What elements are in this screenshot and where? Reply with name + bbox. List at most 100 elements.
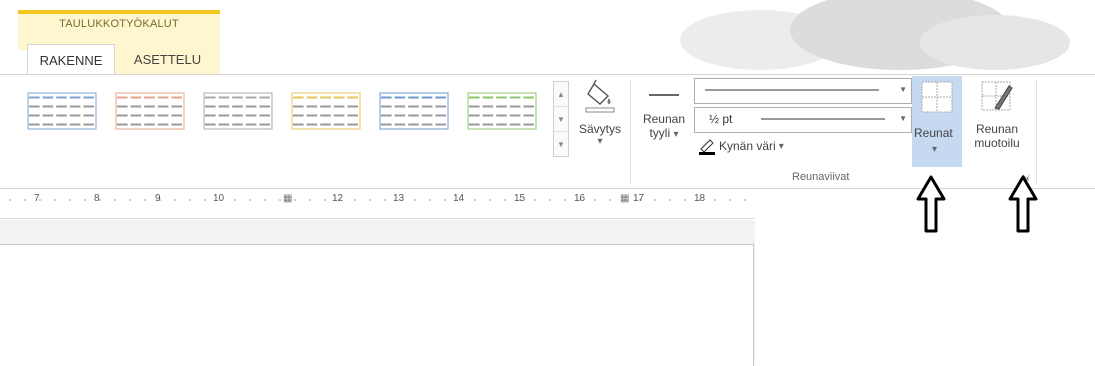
- annotation-arrow-up-icon: [916, 175, 946, 233]
- shading-button[interactable]: Sävytys ▾: [572, 78, 628, 147]
- table-style-cell: [523, 114, 534, 117]
- table-style-cell: [421, 114, 433, 117]
- table-style-cell: [381, 105, 392, 108]
- annotation-arrow-up-icon: [1008, 175, 1038, 233]
- table-style-cell: [496, 105, 507, 108]
- table-style-cell: [394, 123, 406, 126]
- table-style-4[interactable]: [291, 92, 361, 130]
- table-style-cell: [381, 114, 392, 117]
- pen-weight-line-icon: [761, 118, 885, 120]
- border-style-label-2-text: tyyli: [649, 126, 671, 140]
- table-style-cell: [347, 105, 358, 108]
- table-style-cell: [394, 96, 406, 99]
- table-style-grid-icon: [379, 92, 449, 130]
- table-style-5[interactable]: [379, 92, 449, 130]
- gallery-scroll-up-icon[interactable]: ▲: [554, 82, 568, 107]
- horizontal-ruler: 7 8 9 10 ▦ 12 13 14 15 16 ▦ 17 18: [0, 191, 755, 209]
- table-style-cell: [117, 114, 128, 117]
- table-style-cell: [306, 96, 318, 99]
- table-style-cell: [232, 105, 243, 108]
- table-style-cell: [144, 123, 155, 126]
- gallery-scrollbar[interactable]: ▲ ▼ ▼: [553, 81, 569, 157]
- table-style-cell: [435, 96, 446, 99]
- table-style-cell: [408, 114, 419, 117]
- group-separator: [630, 80, 631, 184]
- table-style-grid-icon: [467, 92, 537, 130]
- ruler-ticks: [9, 199, 746, 201]
- table-style-cell: [83, 114, 94, 117]
- pen-color-arrow: ▾: [778, 140, 784, 152]
- table-style-cell: [83, 105, 94, 108]
- border-style-button[interactable]: Reunan tyyli ▾: [638, 86, 690, 140]
- table-style-cell: [157, 123, 169, 126]
- border-style-arrow: ▾: [673, 129, 679, 140]
- table-style-3[interactable]: [203, 92, 273, 130]
- table-style-cell: [171, 123, 182, 126]
- table-style-cell: [144, 105, 155, 108]
- table-style-cell: [117, 96, 128, 99]
- table-style-cell: [394, 114, 406, 117]
- table-style-cell: [218, 123, 230, 126]
- group-label-borders: Reunaviivat: [792, 171, 850, 183]
- table-style-cell: [421, 123, 433, 126]
- document-page[interactable]: [0, 244, 754, 366]
- table-style-cell: [245, 105, 257, 108]
- tab-label: RAKENNE: [39, 53, 103, 68]
- table-style-cell: [496, 96, 507, 99]
- shading-dropdown-arrow: ▾: [597, 136, 603, 147]
- table-style-cell: [218, 96, 230, 99]
- table-style-cell: [130, 114, 142, 117]
- borders-button[interactable]: Reunat ▾: [912, 76, 962, 167]
- table-style-6[interactable]: [467, 92, 537, 130]
- table-style-cell: [218, 114, 230, 117]
- table-style-cell: [117, 123, 128, 126]
- table-style-1[interactable]: [27, 92, 97, 130]
- table-style-cell: [435, 114, 446, 117]
- table-style-grid-icon: [27, 92, 97, 130]
- gallery-scroll-down-icon[interactable]: ▼: [554, 107, 568, 132]
- table-style-cell: [259, 123, 270, 126]
- table-style-cell: [293, 123, 304, 126]
- table-style-cell: [408, 105, 419, 108]
- table-style-cell: [117, 105, 128, 108]
- table-style-cell: [42, 123, 54, 126]
- table-style-cell: [408, 96, 419, 99]
- gallery-more-icon[interactable]: ▼: [554, 132, 568, 156]
- pen-weight-dropdown[interactable]: ½ pt ▼: [694, 107, 912, 133]
- table-style-cell: [482, 96, 494, 99]
- border-painter-button[interactable]: Reunan muotoilu: [962, 78, 1032, 150]
- table-style-cell: [83, 96, 94, 99]
- table-style-cell: [29, 96, 40, 99]
- table-style-cell: [29, 105, 40, 108]
- table-style-cell: [218, 105, 230, 108]
- table-style-cell: [293, 96, 304, 99]
- table-style-cell: [293, 105, 304, 108]
- table-style-cell: [394, 105, 406, 108]
- tab-rakenne[interactable]: RAKENNE: [27, 44, 115, 77]
- tab-asettelu[interactable]: ASETTELU: [115, 44, 220, 75]
- table-style-cell: [509, 105, 521, 108]
- table-style-cell: [205, 114, 216, 117]
- table-style-cell: [469, 123, 480, 126]
- table-style-2[interactable]: [115, 92, 185, 130]
- chevron-down-icon: ▼: [899, 114, 907, 123]
- ruler-divider: [0, 218, 755, 219]
- table-style-cell: [509, 123, 521, 126]
- table-style-cell: [144, 114, 155, 117]
- borders-label: Reunat: [914, 126, 953, 140]
- table-style-cell: [306, 105, 318, 108]
- table-style-cell: [496, 114, 507, 117]
- pen-color-button[interactable]: Kynän väri ▾: [698, 137, 784, 155]
- border-style-label-2: tyyli ▾: [649, 126, 678, 140]
- table-style-cell: [320, 123, 331, 126]
- table-style-cell: [130, 96, 142, 99]
- table-style-cell: [347, 114, 358, 117]
- pen-style-dropdown[interactable]: ▼: [694, 78, 912, 104]
- table-style-cell: [333, 105, 345, 108]
- pen-color-icon: [699, 139, 715, 155]
- border-painter-icon: [981, 81, 1013, 111]
- table-style-cell: [171, 114, 182, 117]
- table-style-cell: [69, 96, 81, 99]
- table-style-cell: [42, 105, 54, 108]
- table-style-cell: [381, 96, 392, 99]
